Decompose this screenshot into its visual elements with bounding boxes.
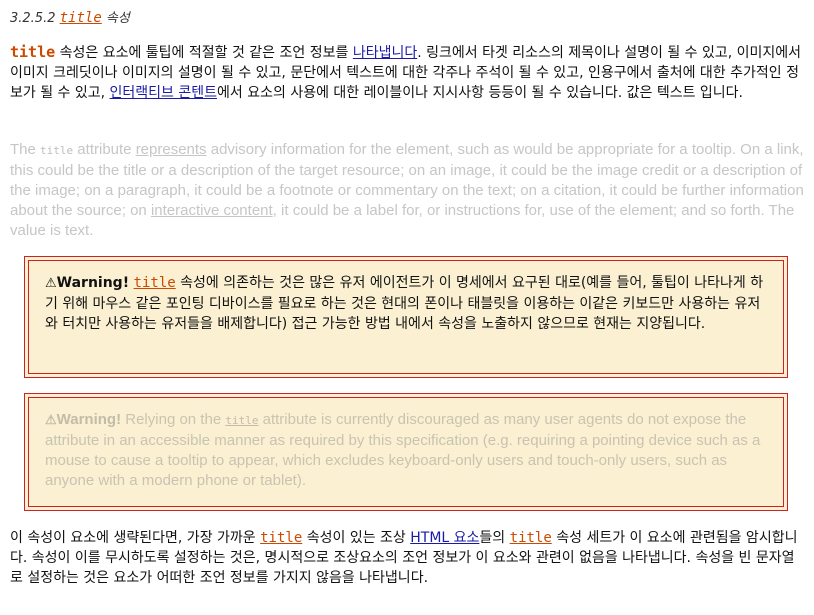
text-run: 속성이 있는 조상 [302,530,411,546]
interactive-content-link[interactable]: 인터랙티브 콘텐트 [110,85,218,101]
warning-label-text: Warning! [56,275,130,291]
warning-label-text: Warning! [56,411,122,428]
text-run: The [10,141,41,158]
korean-paragraph-2: 이 속성이 요소에 생략된다면, 가장 가까운 title 속성이 있는 조상 … [10,528,804,588]
warning-text: Relying on the [121,411,226,428]
warning-label: ⚠Warning! [45,275,129,291]
text-run: 들의 [479,530,510,546]
represents-link[interactable]: represents [136,141,207,158]
english-paragraph-1: The title attribute represents advisory … [10,140,804,241]
warning-box-korean: ⚠Warning! title 속성에 의존하는 것은 많은 유저 에이전트가 … [24,256,788,378]
title-keyword-link[interactable]: title [510,530,552,546]
title-keyword-link[interactable]: title [260,530,302,546]
text-run: 속성은 요소에 툴팁에 적절할 것 같은 조언 정보를 [55,45,353,61]
warning-box-english: ⚠Warning! Relying on the title attribute… [24,393,788,511]
warning-label: ⚠Warning! [45,411,121,428]
interactive-content-link[interactable]: interactive content [151,202,273,219]
warning-icon: ⚠ [45,276,57,291]
text-run: 에서 요소의 사용에 대한 레이블이나 지시사항 등등이 될 수 있습니다. 값… [217,85,744,101]
html-elements-link[interactable]: HTML 요소 [410,530,479,546]
section-number: 3.2.5.2 [10,11,56,26]
title-keyword-link[interactable]: title [134,275,176,291]
text-run: 이 속성이 요소에 생략된다면, 가장 가까운 [10,530,261,546]
represents-link[interactable]: 나타냅니다 [353,45,417,61]
section-heading: 3.2.5.2 title 속성 [10,8,130,29]
document-page: 3.2.5.2 title 속성 title 속성은 요소에 툴팁에 적절할 것… [0,0,814,615]
title-keyword-link[interactable]: title [225,414,258,427]
title-keyword: title [10,43,56,61]
heading-code-link[interactable]: title [60,10,102,26]
text-run: attribute [73,141,136,158]
warning-icon: ⚠ [45,412,57,427]
heading-suffix: 속성 [105,11,130,26]
korean-paragraph-1: title 속성은 요소에 툴팁에 적절할 것 같은 조언 정보를 나타냅니다.… [10,42,804,103]
title-keyword: title [40,144,74,157]
